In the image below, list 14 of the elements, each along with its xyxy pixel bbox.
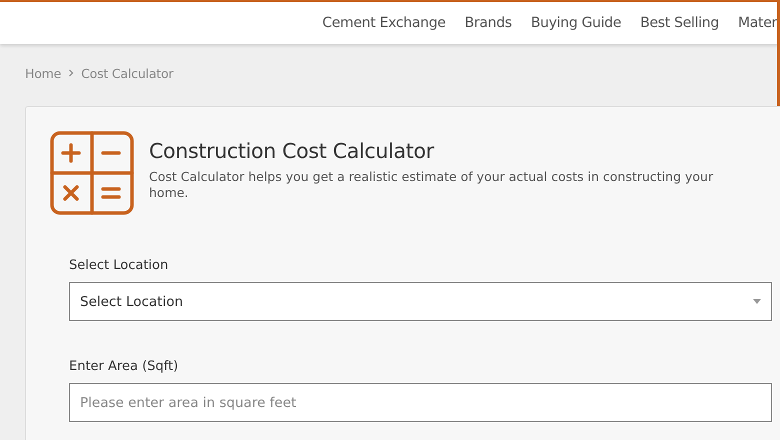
nav-link[interactable]: Mater bbox=[738, 15, 777, 31]
calculator-icon bbox=[50, 131, 134, 215]
nav-link[interactable]: Buying Guide bbox=[530, 15, 622, 31]
nav-link[interactable]: Brands bbox=[464, 15, 512, 31]
location-dropdown[interactable]: Select Location bbox=[69, 282, 772, 321]
field-label: Enter Area (Sqft) bbox=[69, 359, 180, 374]
calculator-description: Cost Calculator helps you get a realistic estimate of your actual costs in constructing your home. bbox=[149, 169, 714, 201]
caret-icon bbox=[753, 299, 761, 304]
chevron-icon bbox=[67, 69, 76, 77]
nav-link[interactable]: Best Selling bbox=[640, 15, 719, 31]
field-label: Select Location bbox=[69, 258, 170, 273]
area-input-field[interactable]: Please enter area in square feet bbox=[69, 383, 772, 422]
calculator-title: Construction Cost Calculator bbox=[149, 139, 436, 163]
nav-link[interactable]: Cement Exchange bbox=[322, 15, 446, 31]
